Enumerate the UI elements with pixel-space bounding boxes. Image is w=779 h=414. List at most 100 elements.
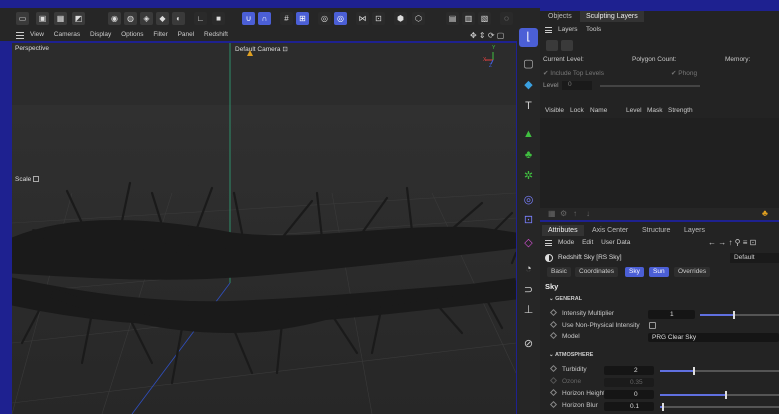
tab-sculpting-layers[interactable]: Sculpting Layers: [580, 11, 644, 22]
tab-structure[interactable]: Structure: [636, 225, 676, 236]
menu-redshift[interactable]: Redshift: [204, 31, 228, 38]
film-icon[interactable]: ▦: [54, 12, 67, 25]
menu-cameras[interactable]: Cameras: [54, 31, 80, 38]
preferences-icon[interactable]: ◌: [500, 12, 513, 25]
add-layer-icon[interactable]: [546, 40, 558, 51]
preset-dropdown[interactable]: Default: [730, 253, 779, 263]
hex-alt-icon[interactable]: ⬡: [412, 12, 425, 25]
mograph-icon[interactable]: ♣: [519, 146, 538, 165]
menu-filter[interactable]: Filter: [153, 31, 167, 38]
cube-icon[interactable]: ◆: [519, 76, 538, 95]
subtab-sun[interactable]: Sun: [649, 267, 669, 277]
pen-icon[interactable]: ⊘: [519, 335, 538, 354]
cube-icon[interactable]: ◈: [140, 12, 153, 25]
arrow-down-icon[interactable]: ↓: [586, 209, 590, 218]
text-icon[interactable]: T: [519, 97, 538, 116]
intensity-field[interactable]: 1: [648, 310, 695, 319]
horizon-height-field[interactable]: 0: [604, 390, 654, 399]
hex-icon[interactable]: ⬢: [394, 12, 407, 25]
menu-options[interactable]: Options: [121, 31, 143, 38]
turbidity-slider[interactable]: [660, 367, 779, 375]
tab-layers[interactable]: Layers: [678, 225, 711, 236]
non-physical-checkbox[interactable]: [649, 322, 656, 329]
horizon-blur-field[interactable]: 0.1: [604, 402, 654, 411]
phong-checkbox[interactable]: ✔ Phong: [671, 69, 697, 77]
render-icon[interactable]: ◩: [72, 12, 85, 25]
menu-panel[interactable]: Panel: [178, 31, 195, 38]
grid-alt-icon[interactable]: ⊞: [296, 12, 309, 25]
camera-label[interactable]: Default Camera ⊡: [235, 45, 288, 53]
light-alt-icon[interactable]: ◎: [334, 12, 347, 25]
model-dropdown[interactable]: PRG Clear Sky: [648, 333, 779, 342]
level-slider[interactable]: [600, 85, 700, 87]
gear-icon[interactable]: ⚙: [560, 209, 567, 218]
square-icon[interactable]: ■: [212, 12, 225, 25]
viewport-nav-icons[interactable]: ✥ ⇕ ⟳ ▢: [470, 31, 504, 40]
tab-objects[interactable]: Objects: [542, 11, 578, 22]
horizon-height-slider[interactable]: [660, 391, 779, 399]
circle-icon[interactable]: ◉: [108, 12, 121, 25]
sculpt-brush-icon[interactable]: ♣: [762, 208, 768, 218]
keyframe-icon[interactable]: [549, 364, 558, 373]
scene-icon[interactable]: ◇: [519, 234, 538, 253]
subtab-sky[interactable]: Sky: [625, 267, 644, 277]
axis-icon[interactable]: ∟: [194, 12, 207, 25]
hamburger-icon[interactable]: [16, 32, 24, 39]
volume-icon[interactable]: ◔: [519, 260, 538, 279]
keyframe-icon[interactable]: [549, 308, 558, 317]
sphere-icon[interactable]: ◍: [124, 12, 137, 25]
deform-icon[interactable]: ◆: [156, 12, 169, 25]
menu-view[interactable]: View: [30, 31, 44, 38]
tab-axis-center[interactable]: Axis Center: [586, 225, 634, 236]
subtab-coordinates[interactable]: Coordinates: [575, 267, 619, 277]
include-top-levels-checkbox[interactable]: ✔ Include Top Levels: [543, 69, 604, 77]
menu-mode[interactable]: Mode: [558, 239, 574, 246]
menu-edit[interactable]: Edit: [582, 239, 593, 246]
spline-icon[interactable]: ▲: [519, 125, 538, 144]
effector-icon[interactable]: ✲: [519, 167, 538, 186]
keyframe-icon[interactable]: [549, 320, 558, 329]
subtab-overrides[interactable]: Overrides: [674, 267, 711, 277]
light-icon[interactable]: ◎: [318, 12, 331, 25]
level-value[interactable]: 0: [562, 81, 592, 90]
layers-menu[interactable]: Layers: [558, 26, 578, 33]
viewport[interactable]: [12, 43, 516, 414]
turbidity-field[interactable]: 2: [604, 366, 654, 375]
tools-menu[interactable]: Tools: [586, 26, 601, 33]
magnet-icon[interactable]: ∪: [242, 12, 255, 25]
camera-icon[interactable]: ▣: [36, 12, 49, 25]
attributes-nav-icons[interactable]: ← → ↑ ⚲ ≡ ⊡: [708, 238, 756, 247]
light-icon[interactable]: ⊃: [519, 281, 538, 300]
menu-user-data[interactable]: User Data: [601, 239, 630, 246]
tag-icon[interactable]: ⋈: [356, 12, 369, 25]
render-view-icon[interactable]: ▤: [446, 12, 459, 25]
sculpt-icon[interactable]: ◐: [172, 12, 185, 25]
arrow-up-icon[interactable]: ↑: [573, 209, 577, 218]
field-icon[interactable]: ⊡: [519, 211, 538, 230]
subtab-basic[interactable]: Basic: [547, 267, 571, 277]
general-header[interactable]: ⌄ GENERAL: [549, 296, 582, 302]
layers-list[interactable]: [540, 118, 779, 208]
tag-alt-icon[interactable]: ⊡: [372, 12, 385, 25]
menu-display[interactable]: Display: [90, 31, 111, 38]
keyframe-icon[interactable]: [549, 400, 558, 409]
camera-icon[interactable]: ⊥: [519, 301, 538, 320]
render-region-icon[interactable]: ▥: [462, 12, 475, 25]
add-folder-icon[interactable]: [561, 40, 573, 51]
grid-icon[interactable]: ▦: [548, 209, 556, 218]
horizon-blur-slider[interactable]: [660, 403, 779, 411]
render-queue-icon[interactable]: ▧: [478, 12, 491, 25]
display-icon[interactable]: ▭: [16, 12, 29, 25]
atmosphere-header[interactable]: ⌄ ATMOSPHERE: [549, 352, 593, 358]
keyframe-icon[interactable]: [549, 388, 558, 397]
tab-attributes[interactable]: Attributes: [542, 225, 584, 236]
scale-label[interactable]: Scale: [15, 176, 40, 183]
hamburger-icon[interactable]: [545, 27, 552, 33]
keyframe-icon[interactable]: [549, 331, 558, 340]
hamburger-icon[interactable]: [545, 240, 552, 246]
deformer-icon[interactable]: ◎: [519, 191, 538, 210]
cube-icon[interactable]: ▢: [519, 55, 538, 74]
grid-icon[interactable]: #: [280, 12, 293, 25]
select-icon[interactable]: ⌊: [519, 28, 538, 47]
intensity-slider[interactable]: [700, 311, 779, 319]
